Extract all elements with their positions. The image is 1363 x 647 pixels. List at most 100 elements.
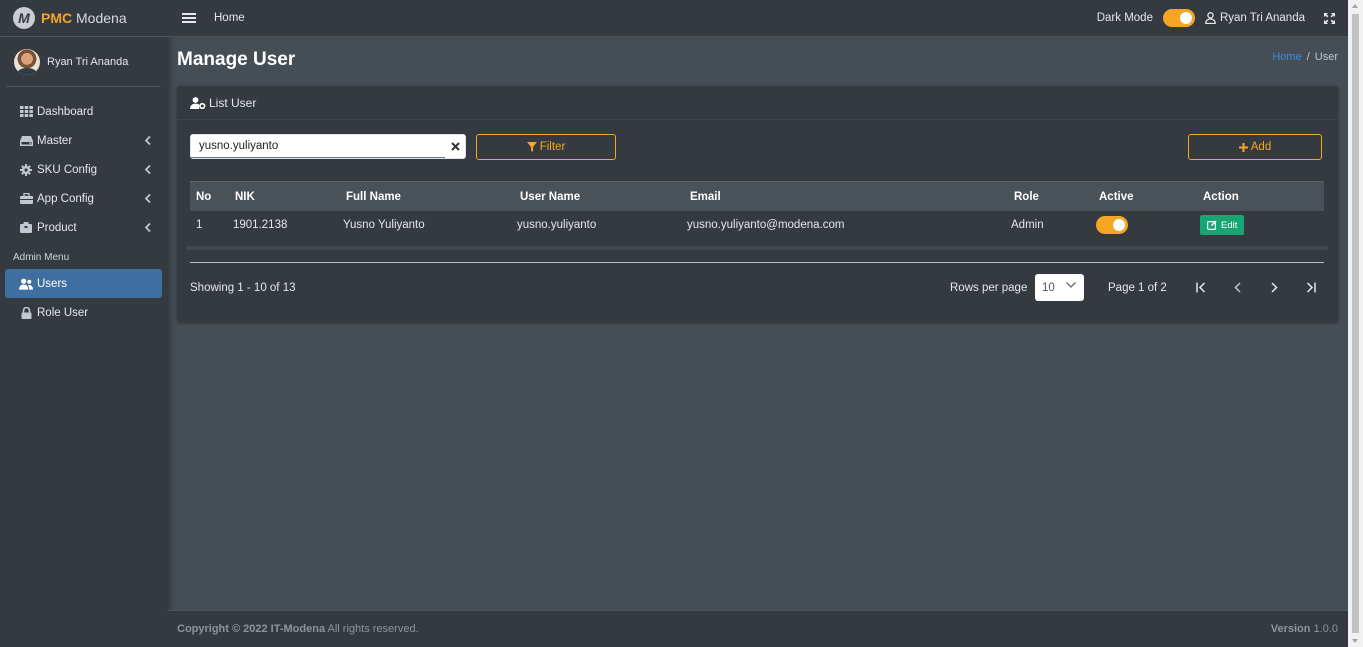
sidebar-item-label: Product [37,221,77,234]
column-header-email[interactable]: Email [687,191,1011,203]
table-header: No NIK Full Name User Name Email Role Ac… [190,181,1324,211]
user-cog-icon [190,96,206,109]
search-box [190,134,466,159]
column-header-role[interactable]: Role [1011,191,1096,203]
chevron-left-icon [143,135,153,145]
breadcrumb-current: User [1314,51,1338,63]
sidebar-item-label: Dashboard [37,105,94,118]
column-header-nik[interactable]: NIK [227,191,343,203]
grid-icon [19,106,33,117]
cell-active [1096,216,1200,234]
sidebar-item-label: Role User [37,306,89,319]
top-user-menu[interactable]: Ryan Tri Ananda [1205,12,1305,24]
cell-action: Edit [1200,215,1324,235]
hdd-icon [19,135,33,146]
breadcrumb-home-link[interactable]: Home [1272,51,1301,63]
breadcrumb-separator: / [1306,51,1310,63]
toolbox-icon [19,193,33,204]
chevron-left-icon [143,222,153,232]
lock-icon [19,306,33,319]
card-header: List User [177,86,1338,120]
add-label: Add [1250,141,1272,153]
brand-prefix: PMC [41,10,73,26]
edit-button[interactable]: Edit [1200,215,1245,235]
sidebar-item-app-config[interactable]: App Config [5,184,162,213]
first-page-icon[interactable] [1195,280,1209,294]
next-page-icon[interactable] [1267,280,1281,294]
column-header-full-name[interactable]: Full Name [343,191,517,203]
active-toggle[interactable] [1096,216,1128,234]
showing-text: Showing 1 - 10 of 13 [190,282,296,294]
sidebar-item-role-user[interactable]: Role User [5,298,162,327]
filter-label: Filter [539,141,566,153]
sidebar-item-master[interactable]: Master [5,126,162,155]
brand-text: PMC Modena [41,10,127,26]
plus-icon [1238,142,1248,152]
menu-icon[interactable] [182,13,196,23]
last-page-icon[interactable] [1303,280,1317,294]
chevron-down-icon [1066,282,1076,288]
sidebar-item-label: Master [37,134,73,147]
rows-per-page-select[interactable]: 10 [1035,274,1084,301]
cell-role: Admin [1011,219,1044,231]
dark-mode-toggle[interactable] [1162,9,1195,27]
sidebar-nav: Dashboard Master SKU Config App Config P… [0,87,167,327]
filter-icon [526,142,537,152]
sidebar-item-users[interactable]: Users [5,269,162,298]
scrollbar-thumb[interactable] [1352,14,1359,633]
user-panel[interactable]: Ryan Tri Ananda [6,37,161,87]
page-indicator: Page 1 of 2 [1108,282,1167,294]
clear-icon[interactable] [445,142,465,151]
top-home-link[interactable]: Home [214,12,245,24]
sidebar-item-dashboard[interactable]: Dashboard [5,97,162,126]
version-label: Version [1270,623,1311,635]
page-scrollbar[interactable] [1348,0,1363,647]
scroll-up-icon[interactable] [1352,4,1358,8]
avatar [14,48,40,75]
pagination [1195,280,1317,294]
sidebar-user-name: Ryan Tri Ananda [47,55,129,68]
cell-email: yusno.yuliyanto@modena.com [687,219,845,231]
column-header-user-name[interactable]: User Name [517,191,687,203]
chevron-left-icon [143,164,153,174]
top-right-group: Dark Mode Ryan Tri Ananda [1097,9,1348,27]
column-header-active[interactable]: Active [1096,191,1200,203]
fullscreen-icon[interactable] [1324,12,1335,24]
sidebar-item-label: App Config [37,192,94,205]
rows-per-page-value: 10 [1042,281,1055,294]
sidebar: M PMC Modena Ryan Tri Ananda Dashboard M… [0,0,167,647]
cell-no: 1 [196,219,203,231]
sidebar-item-product[interactable]: Product [5,213,162,242]
sidebar-item-label: SKU Config [37,163,98,176]
rows-per-page-label: Rows per page [950,282,1028,294]
chevron-left-icon [143,193,153,203]
table-row: 1 1901.2138 Yusno Yuliyanto yusno.yuliya… [190,211,1324,239]
cell-nik: 1901.2138 [233,219,288,231]
table-horizontal-scrollbar[interactable] [186,246,1328,250]
users-icon [19,278,33,290]
box-icon [19,222,33,233]
user-icon [1205,12,1216,24]
edit-icon [1207,220,1217,230]
copyright-rest: All rights reserved. [325,623,419,635]
divider [190,262,1324,263]
top-user-name: Ryan Tri Ananda [1219,12,1305,24]
admin-menu-header: Admin Menu [13,252,70,263]
copyright-bold: Copyright © 2022 IT-Modena [177,623,326,635]
top-navbar: Home Dark Mode Ryan Tri Ananda [167,0,1348,37]
filter-button[interactable]: Filter [476,134,616,160]
users-table: No NIK Full Name User Name Email Role Ac… [190,181,1324,239]
previous-page-icon[interactable] [1231,280,1245,294]
column-header-action: Action [1203,190,1239,203]
breadcrumb: Home / User [1272,51,1338,63]
search-input[interactable] [191,135,445,158]
add-user-button[interactable]: Add [1188,134,1322,160]
brand[interactable]: M PMC Modena [0,0,167,37]
scroll-down-icon[interactable] [1352,639,1358,643]
sidebar-item-sku-config[interactable]: SKU Config [5,155,162,184]
dark-mode-label: Dark Mode [1096,12,1153,24]
column-header-no[interactable]: No [190,191,227,203]
page-title: Manage User [177,49,296,70]
version: Version 1.0.0 [1271,623,1338,635]
edit-label: Edit [1221,219,1238,231]
